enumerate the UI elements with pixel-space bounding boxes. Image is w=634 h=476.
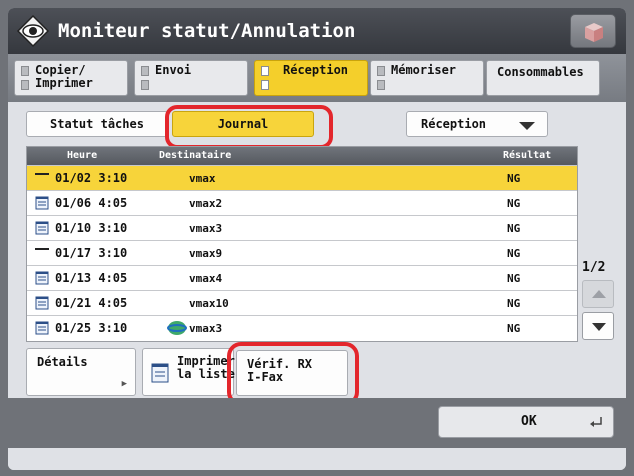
table-row[interactable]: 01/06 4:05 vmax2 NG (27, 190, 577, 215)
row-destination: vmax (189, 172, 216, 185)
document-icon (35, 321, 49, 335)
header-result: Résultat (503, 150, 552, 161)
document-icon (35, 196, 49, 210)
row-destination: vmax9 (189, 247, 223, 260)
row-time: 01/21 4:05 (55, 296, 128, 310)
row-time: 01/06 4:05 (55, 196, 128, 210)
row-result: NG (507, 172, 521, 185)
table-row[interactable]: 01/17 3:10 vmax9 NG (27, 240, 577, 265)
enter-icon (590, 417, 602, 427)
row-time: 01/17 3:10 (55, 246, 128, 260)
page-down-button[interactable] (582, 312, 614, 340)
row-result: NG (507, 322, 521, 335)
row-time: 01/25 3:10 (55, 321, 128, 335)
cube-button[interactable] (570, 14, 616, 48)
header-time: Heure (67, 150, 98, 161)
chevron-right-icon: ▶ (121, 379, 127, 389)
tab-send[interactable]: Envoi (134, 60, 248, 96)
row-destination: vmax10 (189, 297, 229, 310)
tab-indicator (141, 66, 149, 76)
print-list-button[interactable]: Imprimer la liste (142, 348, 235, 396)
toolbar: Statut tâches Journal Réception (8, 102, 626, 149)
details-button[interactable]: Détails ▶ (26, 348, 136, 396)
dash-icon (35, 248, 49, 250)
document-icon (35, 271, 49, 285)
tab-indicator (261, 80, 269, 90)
row-destination: vmax3 (189, 222, 223, 235)
tab-bar: Copier/ Imprimer Envoi Réception Mémoris… (8, 54, 626, 102)
page-title: Moniteur statut/Annulation (58, 20, 356, 42)
row-destination: vmax4 (189, 272, 223, 285)
select-value: Réception (421, 117, 487, 131)
row-destination: vmax2 (189, 197, 223, 210)
row-time: 01/10 3:10 (55, 221, 128, 235)
job-status-button[interactable]: Statut tâches (26, 111, 168, 137)
row-result: NG (507, 297, 521, 310)
row-time: 01/02 3:10 (55, 171, 128, 185)
tab-indicator (261, 66, 269, 76)
table-row[interactable]: 01/25 3:10 vmax3 NG (27, 315, 577, 340)
table-row[interactable]: 01/21 4:05 vmax10 NG (27, 290, 577, 315)
device-frame: Moniteur statut/Annulation Copier/ Impri… (0, 0, 634, 476)
row-time: 01/13 4:05 (55, 271, 128, 285)
header-destination: Destinataire (159, 150, 232, 161)
tab-label: Réception (283, 63, 349, 77)
status-monitor-icon (16, 14, 50, 48)
row-result: NG (507, 272, 521, 285)
page-up-button[interactable] (582, 280, 614, 308)
table-row[interactable]: 01/02 3:10 vmax NG (27, 165, 577, 190)
row-result: NG (507, 197, 521, 210)
highlight-ring (165, 105, 333, 149)
tab-indicator (377, 80, 385, 90)
tab-store[interactable]: Mémoriser (370, 60, 484, 96)
title-bar: Moniteur statut/Annulation (8, 8, 626, 54)
job-log-table: Heure Destinataire Résultat 01/02 3:10 v… (26, 146, 578, 342)
tab-indicator (377, 66, 385, 76)
tab-consumables[interactable]: Consommables (486, 60, 600, 96)
tab-reception[interactable]: Réception (254, 60, 368, 96)
bottom-strip (8, 448, 626, 470)
page-indicator: 1/2 (582, 260, 606, 275)
row-destination: vmax3 (189, 322, 223, 335)
ifax-globe-icon (167, 321, 187, 335)
table-header: Heure Destinataire Résultat (27, 147, 577, 165)
details-label: Détails (37, 355, 88, 369)
tab-indicator (21, 80, 29, 90)
document-icon (35, 296, 49, 310)
table-row[interactable]: 01/10 3:10 vmax3 NG (27, 215, 577, 240)
screen: Moniteur statut/Annulation Copier/ Impri… (8, 8, 626, 470)
reception-select[interactable]: Réception (406, 111, 548, 137)
chevron-up-icon (592, 290, 606, 298)
tab-copy-print[interactable]: Copier/ Imprimer (14, 60, 128, 96)
tab-label: Copier/ Imprimer (35, 63, 93, 90)
row-result: NG (507, 247, 521, 260)
document-icon (151, 363, 169, 383)
tab-label: Consommables (497, 65, 584, 79)
tab-indicator (21, 66, 29, 76)
chevron-down-icon (592, 323, 606, 331)
row-result: NG (507, 222, 521, 235)
dash-icon (35, 173, 49, 175)
tab-label: Envoi (155, 63, 192, 77)
document-icon (35, 221, 49, 235)
highlight-ring (227, 342, 359, 406)
ok-label: OK (521, 414, 537, 429)
ok-button[interactable]: OK (438, 406, 614, 438)
tab-label: Mémoriser (391, 63, 457, 77)
tab-indicator (141, 80, 149, 90)
table-row[interactable]: 01/13 4:05 vmax4 NG (27, 265, 577, 290)
cube-icon (585, 23, 603, 42)
chevron-down-icon (519, 122, 535, 130)
